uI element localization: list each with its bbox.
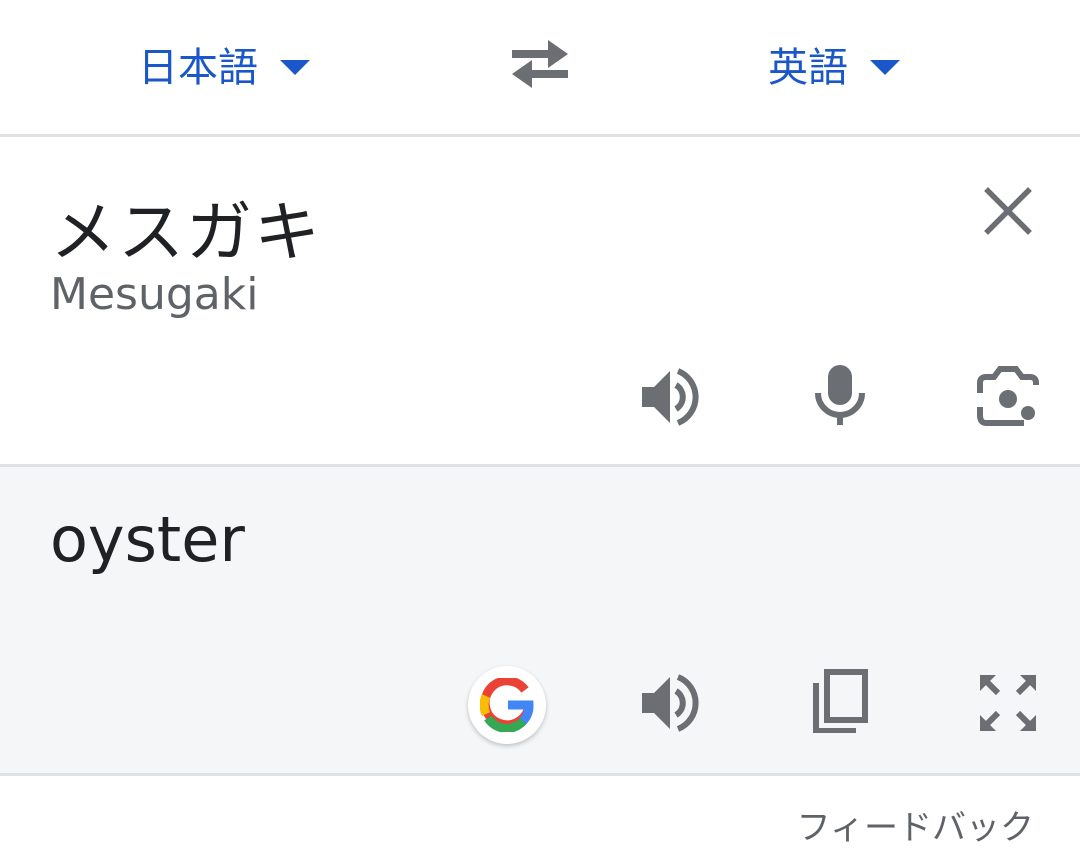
- source-language-selector[interactable]: 日本語: [138, 36, 310, 92]
- microphone-icon: [815, 365, 865, 425]
- camera-button[interactable]: [976, 365, 1040, 429]
- translation-text: oyster: [50, 503, 245, 576]
- close-icon: [984, 187, 1032, 235]
- camera-icon: [977, 366, 1039, 426]
- source-speak-button[interactable]: [640, 365, 704, 429]
- google-search-button[interactable]: [468, 666, 546, 744]
- fullscreen-icon: [979, 674, 1037, 732]
- target-language-selector[interactable]: 英語: [768, 36, 900, 92]
- microphone-button[interactable]: [808, 363, 872, 427]
- source-language-label: 日本語: [138, 45, 258, 91]
- romanization-text: Mesugaki: [50, 269, 259, 320]
- language-bar: 日本語 英語: [0, 0, 1080, 134]
- result-speak-button[interactable]: [640, 671, 704, 735]
- speaker-icon: [642, 368, 699, 426]
- swap-languages-button[interactable]: [508, 36, 572, 92]
- swap-arrows-icon: [512, 40, 568, 88]
- source-panel[interactable]: メスガキ Mesugaki: [0, 137, 1080, 464]
- speaker-icon: [642, 674, 699, 732]
- copy-icon: [813, 669, 868, 734]
- result-panel: oyster: [0, 467, 1080, 773]
- fullscreen-button[interactable]: [976, 671, 1040, 735]
- target-language-label: 英語: [768, 45, 848, 91]
- google-logo-icon: [480, 678, 534, 732]
- divider: [0, 773, 1080, 776]
- copy-button[interactable]: [808, 669, 872, 734]
- caret-down-icon: [870, 59, 900, 75]
- source-text-input[interactable]: メスガキ: [50, 179, 322, 275]
- translate-app: 日本語 英語 メスガキ Mesugaki oyster フィードバック: [0, 0, 1080, 851]
- clear-input-button[interactable]: [982, 185, 1034, 237]
- caret-down-icon: [280, 59, 310, 75]
- feedback-link[interactable]: フィードバック: [797, 800, 1034, 849]
